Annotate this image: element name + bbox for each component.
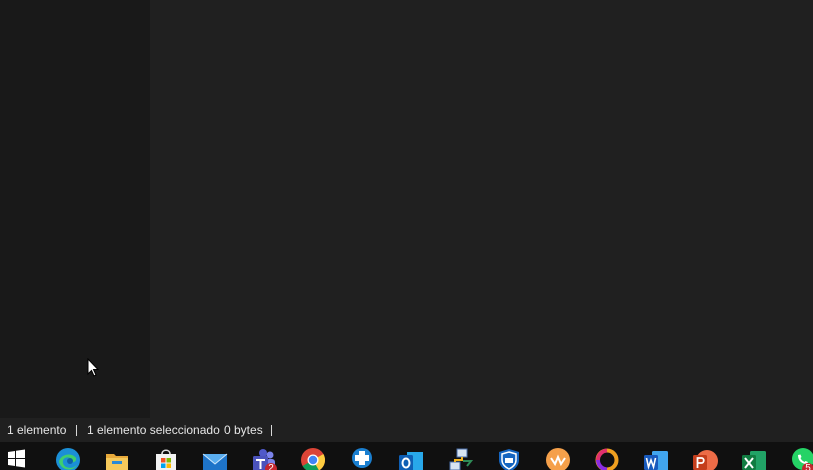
orange-app-icon: [546, 448, 570, 470]
navigation-pane[interactable]: [0, 0, 150, 418]
taskbar-mail[interactable]: [202, 447, 228, 470]
taskbar-network-app[interactable]: [447, 447, 473, 470]
taskbar-security-app[interactable]: [496, 447, 522, 470]
taskbar-microsoft-store[interactable]: [153, 447, 179, 470]
taskbar-outlook[interactable]: [398, 447, 424, 470]
medical-cross-icon: [352, 448, 372, 468]
taskbar-whatsapp[interactable]: 5: [790, 447, 813, 470]
mail-icon: [202, 453, 228, 470]
taskbar-powerpoint[interactable]: [692, 447, 718, 470]
selection-count-text: 1 elemento seleccionado: [87, 423, 220, 437]
store-icon: [156, 449, 176, 470]
word-icon: [644, 451, 668, 470]
network-icon: [449, 448, 473, 470]
taskbar: 2 5: [0, 442, 813, 470]
taskbar-health-app[interactable]: [349, 447, 375, 470]
status-separator: [76, 425, 77, 436]
file-list-pane[interactable]: [150, 0, 813, 418]
item-count-text: 1 elemento: [7, 423, 67, 437]
whatsapp-badge: 5: [802, 463, 813, 470]
taskbar-ring-app[interactable]: [594, 447, 620, 470]
windows-icon: [8, 449, 25, 468]
taskbar-edge[interactable]: [55, 447, 81, 470]
folder-icon: [106, 454, 128, 470]
taskbar-chrome[interactable]: [300, 447, 326, 470]
taskbar-file-explorer[interactable]: [104, 447, 130, 470]
taskbar-word[interactable]: [643, 447, 669, 470]
mouse-cursor-icon: [87, 358, 99, 377]
file-explorer-window: 1 elemento 1 elemento seleccionado 0 byt…: [0, 0, 813, 442]
excel-icon: [742, 451, 766, 470]
status-separator: [271, 425, 272, 436]
teams-badge: 2: [265, 463, 277, 470]
ring-icon: [595, 448, 619, 470]
selection-size-text: 0 bytes: [224, 423, 263, 437]
outlook-icon: [399, 452, 423, 470]
taskbar-excel[interactable]: [741, 447, 767, 470]
edge-icon: [56, 448, 80, 470]
powerpoint-icon: [693, 450, 718, 470]
chrome-icon: [301, 448, 325, 470]
status-bar: 1 elemento 1 elemento seleccionado 0 byt…: [0, 418, 813, 442]
taskbar-orange-app[interactable]: [545, 447, 571, 470]
start-button[interactable]: [6, 447, 32, 470]
taskbar-teams[interactable]: 2: [251, 447, 277, 470]
shield-icon: [499, 449, 519, 470]
